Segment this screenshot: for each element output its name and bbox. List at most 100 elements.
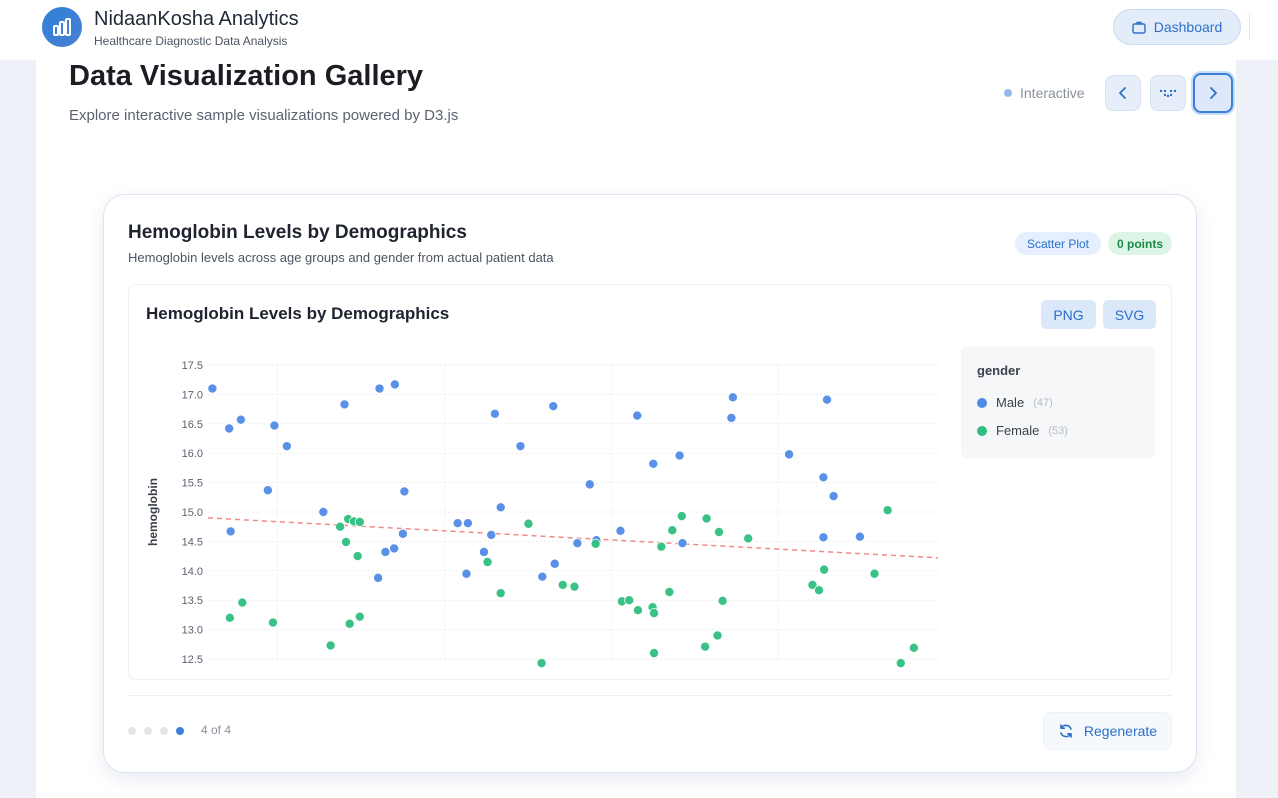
pager-dot-2[interactable]: [144, 727, 152, 735]
data-point-male[interactable]: [632, 410, 643, 421]
data-point-male[interactable]: [478, 546, 489, 557]
pager-dot-1[interactable]: [128, 727, 136, 735]
data-point-female[interactable]: [354, 516, 365, 527]
data-point-male[interactable]: [828, 491, 839, 502]
pager-dot-4[interactable]: [176, 727, 184, 735]
data-point-female[interactable]: [482, 556, 493, 567]
card-title: Hemoglobin Levels by Demographics: [128, 222, 467, 243]
data-point-male[interactable]: [374, 383, 385, 394]
data-point-female[interactable]: [632, 605, 643, 616]
data-point-female[interactable]: [700, 641, 711, 652]
data-point-male[interactable]: [397, 528, 408, 539]
data-point-female[interactable]: [267, 617, 278, 628]
data-point-male[interactable]: [461, 568, 472, 579]
data-point-male[interactable]: [818, 472, 829, 483]
app-title: NidaanKosha Analytics: [94, 8, 299, 30]
data-point-male[interactable]: [677, 538, 688, 549]
data-point-male[interactable]: [515, 441, 526, 452]
app-logo[interactable]: [42, 7, 82, 47]
data-point-female[interactable]: [676, 511, 687, 522]
data-point-male[interactable]: [854, 531, 865, 542]
data-point-male[interactable]: [537, 571, 548, 582]
previous-button[interactable]: [1105, 75, 1141, 111]
data-point-male[interactable]: [727, 392, 738, 403]
data-point-female[interactable]: [649, 608, 660, 619]
data-point-female[interactable]: [352, 551, 363, 562]
data-point-male[interactable]: [818, 532, 829, 543]
grid-view-button[interactable]: [1150, 75, 1186, 111]
pager-dot-3[interactable]: [160, 727, 168, 735]
data-point-female[interactable]: [340, 536, 351, 547]
data-point-female[interactable]: [814, 585, 825, 596]
data-point-male[interactable]: [339, 399, 350, 410]
data-point-male[interactable]: [726, 412, 737, 423]
data-point-female[interactable]: [354, 611, 365, 622]
data-point-female[interactable]: [701, 513, 712, 524]
data-point-male[interactable]: [462, 518, 473, 529]
data-point-female[interactable]: [523, 518, 534, 529]
data-point-male[interactable]: [380, 546, 391, 557]
regenerate-button[interactable]: Regenerate: [1043, 712, 1172, 750]
data-point-female[interactable]: [908, 642, 919, 653]
data-point-male[interactable]: [281, 441, 292, 452]
data-point-female[interactable]: [224, 612, 235, 623]
data-point-female[interactable]: [664, 586, 675, 597]
data-point-female[interactable]: [624, 595, 635, 606]
y-tick-label: 15.5: [182, 478, 203, 490]
data-point-female[interactable]: [649, 648, 660, 659]
data-point-male[interactable]: [584, 479, 595, 490]
data-point-male[interactable]: [495, 502, 506, 513]
data-point-female[interactable]: [335, 521, 346, 532]
data-point-female[interactable]: [569, 581, 580, 592]
data-point-female[interactable]: [743, 533, 754, 544]
dashboard-label: Dashboard: [1153, 19, 1223, 35]
chevron-left-icon: [1119, 87, 1126, 99]
data-point-female[interactable]: [712, 630, 723, 641]
data-point-female[interactable]: [557, 579, 568, 590]
legend-item-male[interactable]: Male (47): [977, 395, 1053, 410]
data-point-male[interactable]: [373, 572, 384, 583]
data-point-female[interactable]: [536, 658, 547, 669]
data-point-female[interactable]: [495, 588, 506, 599]
data-point-male[interactable]: [548, 401, 559, 412]
scatter-plot[interactable]: 17.5 17.0 16.5 16.0 15.5 15.0 14.5 14.0 13.5 13.0…: [129, 285, 1172, 680]
legend-item-female[interactable]: Female (53): [977, 423, 1068, 438]
data-point-female[interactable]: [590, 538, 601, 549]
data-point-male[interactable]: [489, 408, 500, 419]
data-point-male[interactable]: [452, 518, 463, 529]
data-point-female[interactable]: [819, 564, 830, 575]
data-point-male[interactable]: [235, 414, 246, 425]
data-point-male[interactable]: [822, 394, 833, 405]
data-point-female[interactable]: [667, 525, 678, 536]
data-point-female[interactable]: [717, 595, 728, 606]
data-point-male[interactable]: [399, 486, 410, 497]
dashboard-button[interactable]: Dashboard: [1113, 9, 1241, 45]
export-png-button[interactable]: PNG: [1041, 300, 1096, 329]
data-point-male[interactable]: [207, 383, 218, 394]
data-point-male[interactable]: [549, 558, 560, 569]
data-point-male[interactable]: [572, 538, 583, 549]
data-point-female[interactable]: [869, 568, 880, 579]
data-point-male[interactable]: [389, 543, 400, 554]
data-point-female[interactable]: [895, 658, 906, 669]
next-button[interactable]: [1193, 73, 1233, 113]
data-point-female[interactable]: [656, 541, 667, 552]
data-point-male[interactable]: [674, 450, 685, 461]
data-point-male[interactable]: [262, 485, 273, 496]
data-point-female[interactable]: [237, 597, 248, 608]
data-point-male[interactable]: [615, 525, 626, 536]
export-svg-button[interactable]: SVG: [1103, 300, 1156, 329]
data-point-female[interactable]: [882, 505, 893, 516]
data-point-female[interactable]: [325, 640, 336, 651]
data-point-male[interactable]: [648, 458, 659, 469]
data-point-male[interactable]: [225, 526, 236, 537]
data-point-male[interactable]: [784, 449, 795, 460]
legend-count-female: (53): [1048, 424, 1068, 437]
data-point-male[interactable]: [318, 506, 329, 517]
data-point-male[interactable]: [389, 379, 400, 390]
data-point-male[interactable]: [269, 420, 280, 431]
data-point-male[interactable]: [486, 529, 497, 540]
data-point-female[interactable]: [344, 618, 355, 629]
data-point-female[interactable]: [714, 526, 725, 537]
data-point-male[interactable]: [224, 423, 235, 434]
